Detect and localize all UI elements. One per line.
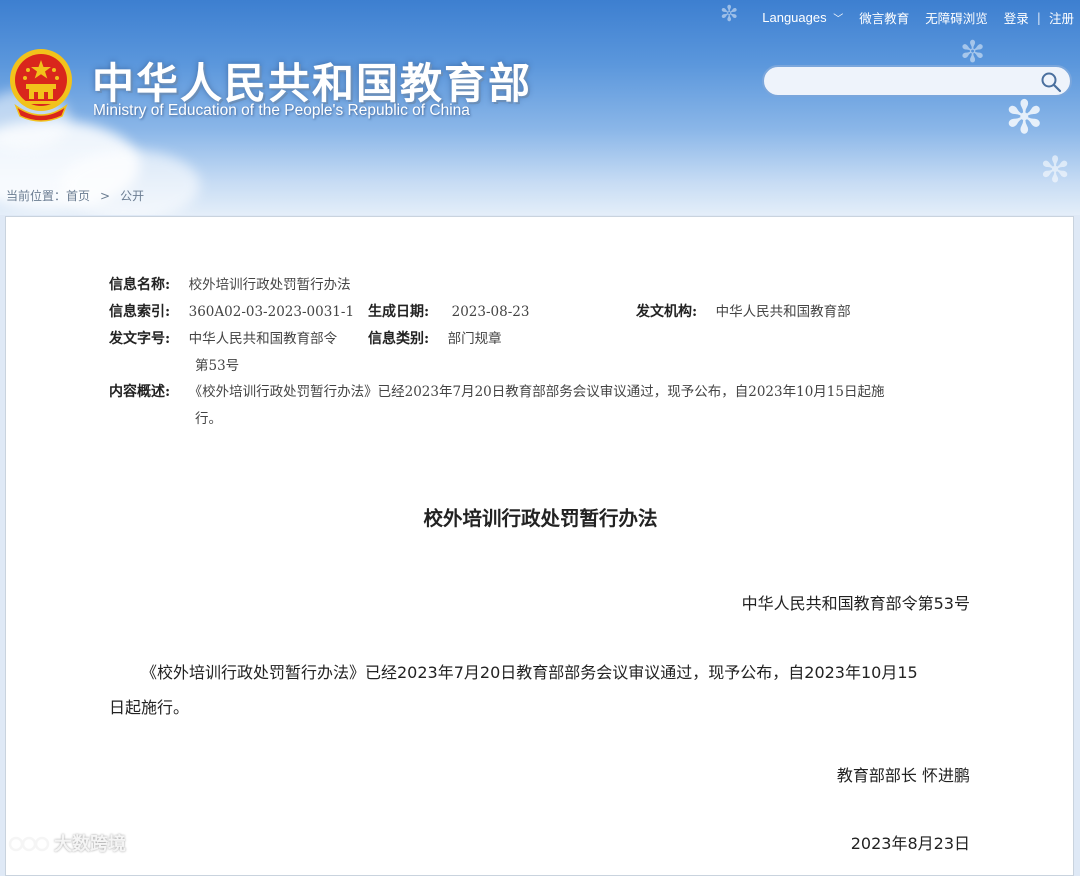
- site-subtitle: Ministry of Education of the People's Re…: [93, 102, 470, 119]
- meta-name-label: 信息名称:: [109, 277, 171, 293]
- meta-summary-row: 内容概述: 《校外培训行政处罚暂行办法》已经2023年7月20日教育部部务会议审…: [109, 379, 884, 406]
- breadcrumb-prefix: 当前位置：: [6, 189, 67, 203]
- meta-org-row: 发文机构: 中华人民共和国教育部: [636, 299, 851, 326]
- meta-index-label: 信息索引:: [109, 304, 171, 320]
- site-header: ✻ ✼ ✻ ✼ Languages ﹀ 微言教育 无障碍浏览 登录 | 注册 中…: [0, 0, 1080, 215]
- languages-label: Languages: [762, 9, 827, 25]
- search-box: [762, 65, 1072, 97]
- meta-category-label: 信息类别:: [368, 331, 430, 347]
- meta-date-row: 生成日期: 2023-08-23: [368, 299, 529, 326]
- watermark: 大数跨境: [8, 830, 126, 856]
- meta-docno-label: 发文字号:: [109, 331, 171, 347]
- meta-summary-line-1: 《校外培训行政处罚暂行办法》已经2023年7月20日教育部部务会议审议通过，现予…: [188, 384, 885, 400]
- meta-index-row: 信息索引: 360A02-03-2023-0031-1: [109, 299, 354, 326]
- nav-separator: |: [1036, 9, 1041, 25]
- search-input[interactable]: [778, 67, 1042, 95]
- meta-docno-value-2: 第53号: [195, 358, 240, 374]
- content-panel: 信息名称: 校外培训行政处罚暂行办法 信息索引: 360A02-03-2023-…: [5, 216, 1074, 876]
- meta-category-value: 部门规章: [447, 331, 502, 347]
- document-order-number: 中华人民共和国教育部令第53号: [741, 594, 970, 613]
- meta-org-value: 中华人民共和国教育部: [715, 304, 851, 320]
- meta-category-row: 信息类别: 部门规章: [368, 326, 502, 353]
- languages-menu[interactable]: Languages ﹀: [762, 10, 843, 25]
- document-date: 2023年8月23日: [850, 834, 970, 853]
- meta-date-value: 2023-08-23: [451, 304, 530, 320]
- document-body-line-2: 日起施行。: [109, 698, 190, 717]
- meta-docno-row-2: 第53号: [195, 353, 239, 380]
- chevron-down-icon: ﹀: [833, 13, 844, 25]
- meta-org-label: 发文机构:: [636, 304, 698, 320]
- accessibility-link[interactable]: 无障碍浏览: [925, 8, 988, 27]
- watermark-logo-icon: [8, 836, 50, 852]
- meta-index-value: 360A02-03-2023-0031-1: [188, 304, 355, 320]
- breadcrumb-home-link[interactable]: 首页: [66, 189, 90, 203]
- breadcrumb-current-link[interactable]: 公开: [120, 189, 144, 203]
- document-body-line-1: 《校外培训行政处罚暂行办法》已经2023年7月20日教育部部务会议审议通过，现予…: [141, 663, 918, 682]
- watermark-text: 大数跨境: [54, 834, 126, 855]
- meta-summary-label: 内容概述:: [109, 384, 171, 400]
- meta-docno-value: 中华人民共和国教育部令: [188, 331, 338, 347]
- breadcrumb: 当前位置：首页 > 公开: [6, 187, 144, 204]
- login-link[interactable]: 登录: [1004, 8, 1029, 27]
- meta-docno-row: 发文字号: 中华人民共和国教育部令: [109, 326, 337, 353]
- weibo-link[interactable]: 微言教育: [859, 8, 909, 27]
- meta-summary-row-2: 行。: [195, 406, 222, 433]
- national-emblem-logo[interactable]: [8, 46, 74, 122]
- meta-name-value: 校外培训行政处罚暂行办法: [188, 277, 351, 293]
- meta-date-label: 生成日期:: [368, 304, 430, 320]
- breadcrumb-separator: >: [100, 189, 111, 203]
- meta-name-row: 信息名称: 校外培训行政处罚暂行办法: [109, 272, 351, 299]
- document-title: 校外培训行政处罚暂行办法: [423, 507, 658, 530]
- search-icon[interactable]: [1040, 71, 1062, 93]
- register-link[interactable]: 注册: [1049, 8, 1074, 27]
- meta-summary-line-2: 行。: [195, 411, 222, 427]
- document-signature: 教育部部长 怀进鹏: [836, 766, 970, 785]
- top-navigation: Languages ﹀ 微言教育 无障碍浏览 登录 | 注册: [746, 8, 1074, 26]
